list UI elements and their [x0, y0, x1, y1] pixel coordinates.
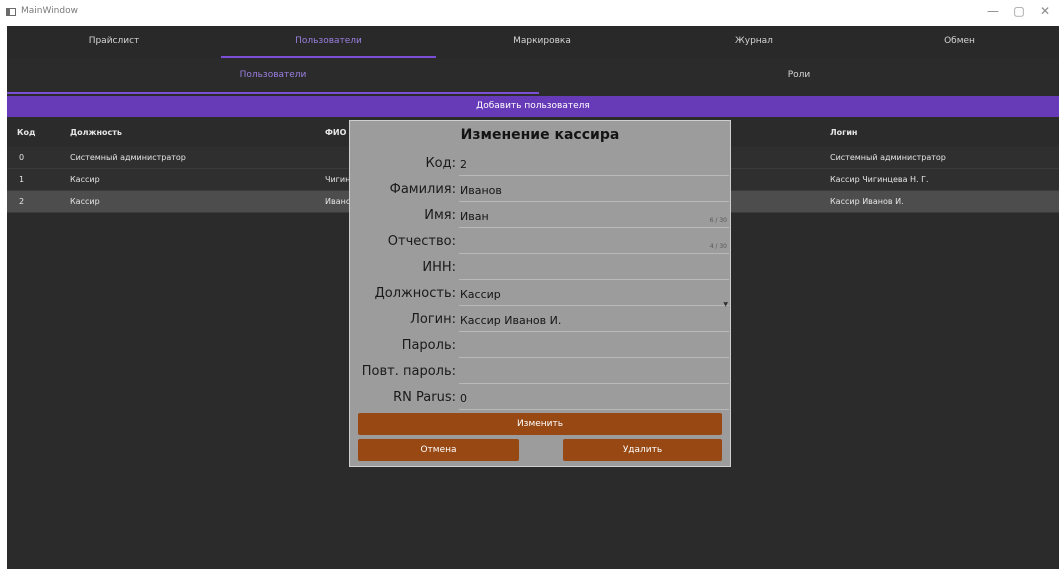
- cell-fio: Чигин: [325, 175, 349, 184]
- login-value: Кассир Иванов И.: [460, 314, 562, 327]
- label-password: Пароль:: [401, 338, 456, 353]
- label-surname: Фамилия:: [389, 182, 456, 197]
- sub-tab-indicator: [7, 92, 539, 94]
- field-row-password-repeat: Повт. пароль:: [350, 359, 730, 385]
- position-value: Кассир: [460, 288, 501, 301]
- subtab-users[interactable]: Пользователи: [7, 58, 539, 92]
- header-fio[interactable]: ФИО: [325, 121, 346, 145]
- close-icon[interactable]: ✕: [1036, 4, 1054, 18]
- patronymic-field[interactable]: 4 / 30: [459, 229, 729, 254]
- window-app-icon: [6, 8, 16, 16]
- cell-login: Кассир Чигинцева Н. Г.: [830, 175, 929, 184]
- maximize-icon[interactable]: ▢: [1010, 4, 1028, 18]
- label-name: Имя:: [424, 208, 456, 223]
- cell-code: 1: [19, 175, 25, 184]
- tab-marking[interactable]: Маркировка: [436, 26, 648, 58]
- cell-fio: Иванс: [325, 197, 349, 206]
- password-field[interactable]: [459, 333, 729, 358]
- field-row-login: Логин: Кассир Иванов И.: [350, 307, 730, 333]
- dialog-title: Изменение кассира: [460, 127, 620, 143]
- field-row-rn-parus: RN Parus: 0: [350, 385, 730, 411]
- label-inn: ИНН:: [422, 260, 456, 275]
- cell-position: Кассир: [70, 197, 100, 206]
- cell-code: 0: [19, 153, 25, 162]
- field-row-position: Должность: Кассир ▼: [350, 281, 730, 308]
- code-value: 2: [460, 158, 467, 171]
- name-field[interactable]: Иван 6 / 30: [459, 203, 729, 228]
- position-select[interactable]: Кассир ▼: [459, 281, 729, 308]
- inn-field[interactable]: [459, 255, 729, 280]
- field-row-name: Имя: Иван 6 / 30: [350, 203, 730, 229]
- minimize-icon[interactable]: —: [984, 4, 1002, 18]
- tab-exchange[interactable]: Обмен: [860, 26, 1059, 58]
- sub-tab-bar: Пользователи Роли: [7, 58, 1059, 94]
- field-row-password: Пароль:: [350, 333, 730, 359]
- name-value: Иван: [460, 210, 489, 223]
- main-tab-bar: Прайслист Пользователи Маркировка Журнал…: [7, 26, 1059, 58]
- label-password-repeat: Повт. пароль:: [361, 364, 456, 379]
- cancel-button[interactable]: Отмена: [358, 439, 519, 461]
- password-repeat-field[interactable]: [459, 359, 729, 384]
- change-button[interactable]: Изменить: [358, 413, 722, 435]
- subtab-roles[interactable]: Роли: [539, 58, 1059, 92]
- add-user-button[interactable]: Добавить пользователя: [7, 96, 1059, 117]
- rn-parus-field[interactable]: 0: [459, 385, 729, 410]
- edit-cashier-dialog: Изменение кассира Код: 2 Фамилия: Иванов…: [349, 120, 731, 467]
- tab-journal[interactable]: Журнал: [648, 26, 860, 58]
- cell-login: Кассир Иванов И.: [830, 197, 904, 206]
- cell-position: Системный администратор: [70, 153, 186, 162]
- code-field[interactable]: 2: [459, 151, 729, 176]
- cell-position: Кассир: [70, 175, 100, 184]
- label-login: Логин:: [410, 312, 456, 327]
- label-patronymic: Отчество:: [387, 234, 456, 249]
- cell-code: 2: [19, 197, 25, 206]
- delete-button[interactable]: Удалить: [563, 439, 722, 461]
- title-bar: MainWindow — ▢ ✕: [0, 0, 1059, 26]
- field-row-patronymic: Отчество: 4 / 30: [350, 229, 730, 255]
- surname-field[interactable]: Иванов: [459, 177, 729, 202]
- cell-login: Системный администратор: [830, 153, 946, 162]
- header-code[interactable]: Код: [17, 121, 36, 145]
- header-login[interactable]: Логин: [830, 121, 857, 145]
- label-position: Должность:: [374, 286, 456, 301]
- surname-value: Иванов: [460, 184, 502, 197]
- tab-pricelist[interactable]: Прайслист: [7, 26, 221, 58]
- field-row-code: Код: 2: [350, 151, 730, 177]
- rn-parus-value: 0: [460, 392, 467, 405]
- field-row-surname: Фамилия: Иванов: [350, 177, 730, 203]
- window-title: MainWindow: [21, 6, 78, 16]
- field-row-inn: ИНН:: [350, 255, 730, 281]
- label-code: Код:: [425, 156, 456, 171]
- label-rn-parus: RN Parus:: [393, 390, 456, 405]
- login-field[interactable]: Кассир Иванов И.: [459, 307, 729, 332]
- header-position[interactable]: Должность: [70, 121, 122, 145]
- tab-users[interactable]: Пользователи: [221, 26, 436, 58]
